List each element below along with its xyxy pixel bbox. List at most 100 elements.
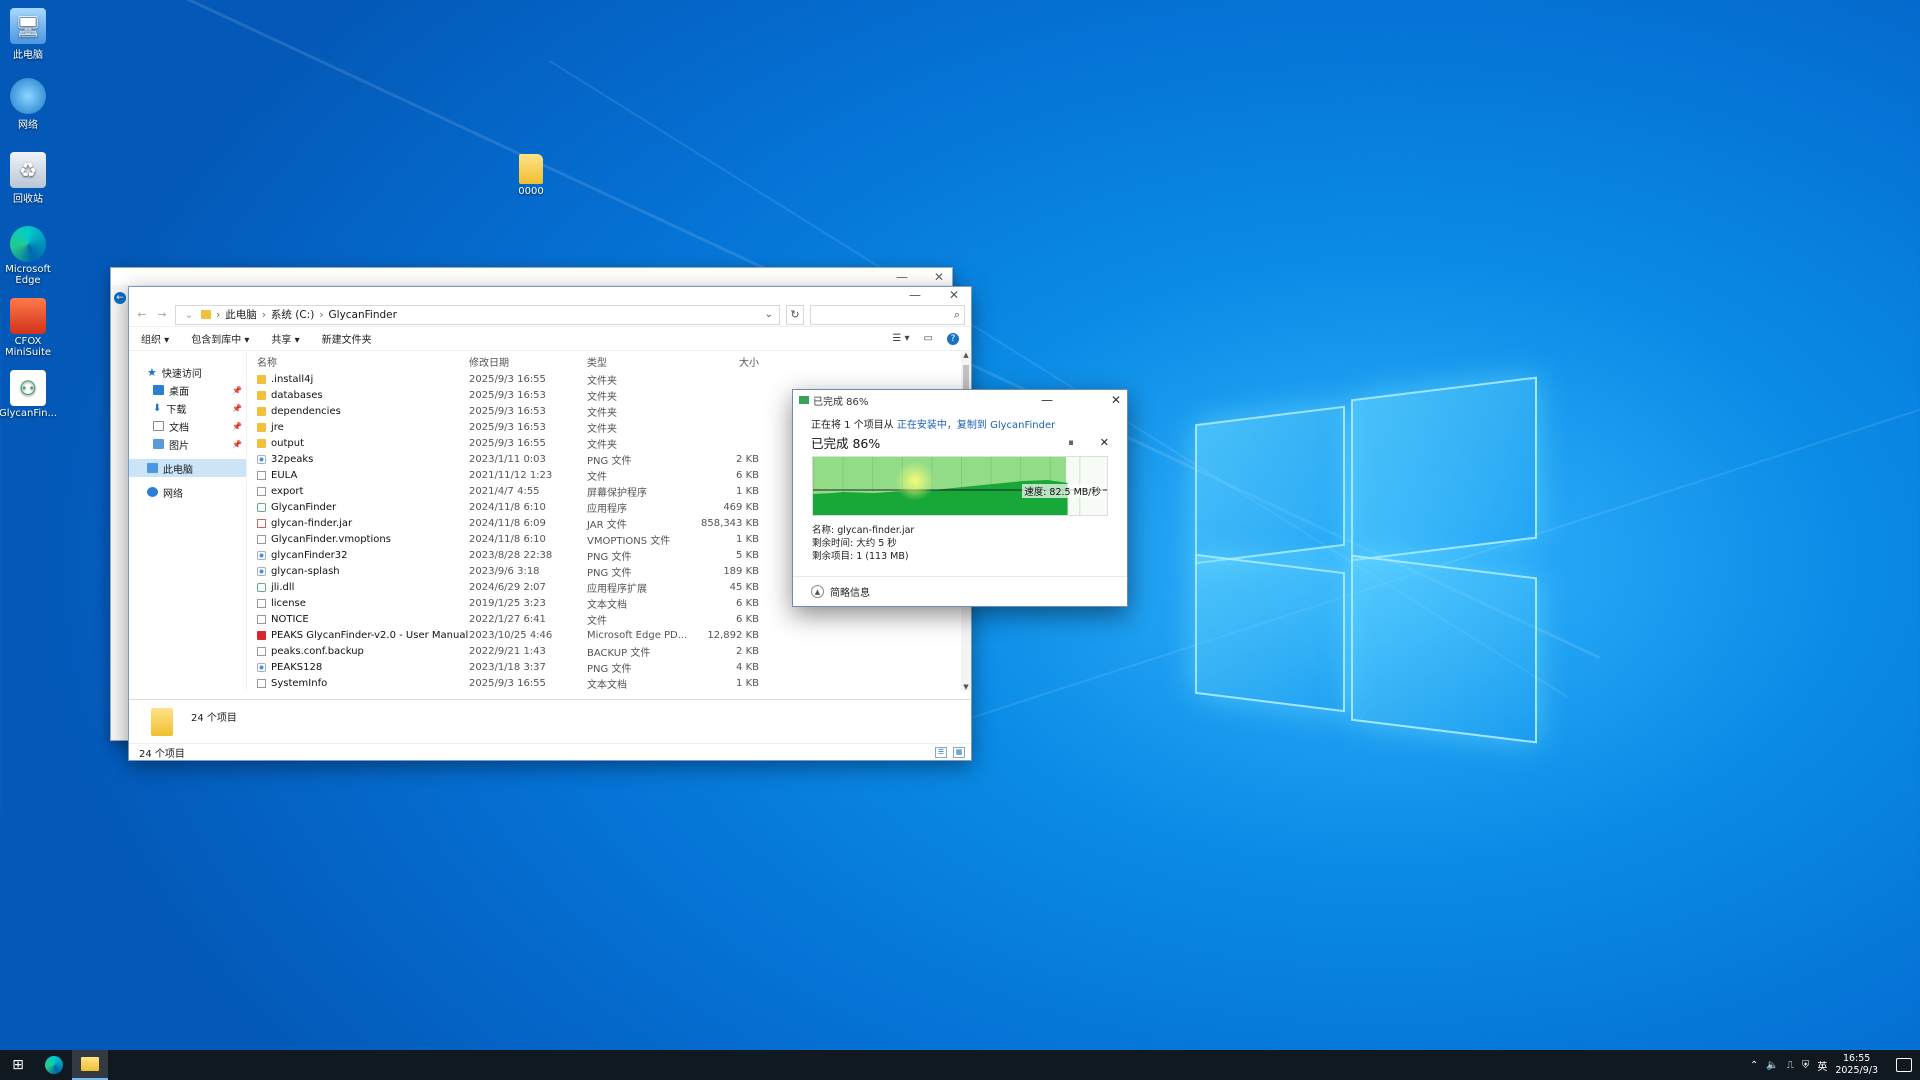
search-input[interactable]: ⌕ [810,304,965,325]
taskbar-edge[interactable] [36,1050,72,1080]
nav-documents[interactable]: 文档 📌 [129,417,246,435]
file-size: 6 KB [736,613,759,625]
less-details-toggle[interactable]: ▲ 简略信息 [793,576,1127,606]
include-in-library-button[interactable]: 包含到库中 ▾ [191,331,249,346]
pdf-file-icon [257,630,266,640]
nav-desktop[interactable]: 桌面 📌 [129,381,246,399]
folder-icon [201,310,211,319]
windows-logo-pane [1351,554,1537,744]
desktop-icon-glycanfinder[interactable]: ⚇ GlycanFin... [0,370,58,419]
close-icon[interactable]: ✕ [934,270,944,284]
help-icon[interactable]: ? [947,332,959,345]
large-icons-view-icon[interactable]: ▦ [953,746,965,758]
star-icon: ★ [147,365,157,379]
refresh-button[interactable]: ↻ [786,304,804,325]
file-date: 2023/8/28 22:38 [469,549,553,561]
file-type: 文本文档 [587,599,627,611]
file-row[interactable]: PEAKS128 2023/1/18 3:37 PNG 文件 4 KB [247,659,971,675]
windows-logo-pane [1351,376,1537,562]
file-name: .install4j [247,374,469,385]
glycanfinder-icon: ⚇ [10,370,46,406]
scroll-down-icon[interactable]: ▼ [961,683,971,691]
recycle-bin-icon: ♻ [10,152,46,188]
notification-icon[interactable] [1896,1058,1912,1072]
nav-quick-access[interactable]: ★ 快速访问 [129,363,246,381]
desktop-icon-this-pc[interactable]: 🖥 此电脑 [0,8,58,61]
start-button[interactable]: ⊞ [0,1050,36,1080]
file-type: PNG 文件 [587,455,632,467]
back-arrow-icon[interactable]: ← [114,292,126,304]
copy-progress-dialog[interactable]: 已完成 86% — ✕ 正在将 1 个项目从 正在安装中，复制到 GlycanF… [792,389,1128,607]
share-button[interactable]: 共享 ▾ [271,331,299,346]
desktop-icon-recycle-bin[interactable]: ♻ 回收站 [0,152,58,205]
forward-icon[interactable]: → [155,308,169,321]
file-name: export [247,486,469,497]
pause-icon[interactable]: ⏸ [1068,436,1074,450]
desktop-icon-cfox[interactable]: CFOX MiniSuite [0,298,58,358]
nav-network[interactable]: 网络 [129,483,246,501]
volume-icon[interactable]: 🔈 [1766,1060,1778,1071]
file-type: 文本文档 [587,679,627,691]
taskbar-file-explorer[interactable] [72,1050,108,1080]
desktop-icon-network[interactable]: 网络 [0,78,58,131]
breadcrumb-item[interactable]: 此电脑 [225,307,257,322]
address-bar[interactable]: ⌄ › 此电脑 › 系统 (C:) › GlycanFinder ⌄ [175,304,780,325]
up-icon[interactable]: ⌄ [182,308,196,321]
input-language[interactable]: 英 [1817,1058,1827,1073]
file-name: license [247,598,469,609]
nav-downloads[interactable]: ⬇ 下载 📌 [129,399,246,417]
clock[interactable]: 16:55 2025/9/3 [1835,1053,1878,1077]
file-row[interactable]: PEAKS GlycanFinder-v2.0 - User Manual 202… [247,627,971,643]
file-row[interactable]: peaks.conf.backup 2022/9/21 1:43 BACKUP 文件… [247,643,971,659]
file-size: 6 KB [736,469,759,481]
preview-pane-icon[interactable]: ▭ [924,333,933,344]
breadcrumb-item[interactable]: 系统 (C:) [271,307,314,322]
file-name: jli.dll [247,582,469,593]
file-date: 2023/9/6 3:18 [469,565,540,577]
details-view-icon[interactable]: ☰ [935,746,947,758]
file-type: PNG 文件 [587,567,632,579]
minimize-icon[interactable]: — [909,288,921,302]
copy-icon [799,396,809,404]
items-remaining-label: 剩余项目: 1 (113 MB) [812,551,909,562]
source-link[interactable]: 正在安装中，复制到 [897,420,987,431]
network-icon[interactable]: ⎍ [1787,1060,1794,1071]
desktop-folder-0000[interactable]: 0000 [501,154,561,197]
file-icon [257,646,266,656]
minimize-icon[interactable]: — [1041,393,1053,407]
command-bar: 组织 ▾ 包含到库中 ▾ 共享 ▾ 新建文件夹 ☰ ▾ ▭ ? [129,327,971,351]
file-row[interactable]: .install4j 2025/9/3 16:55 文件夹 [247,371,971,387]
stop-icon[interactable]: ✕ [1100,436,1109,450]
close-icon[interactable]: ✕ [949,288,959,302]
new-folder-button[interactable]: 新建文件夹 [322,331,372,346]
file-row[interactable]: SystemInfo 2025/9/3 16:55 文本文档 1 KB [247,675,971,691]
file-date: 2025/9/3 16:55 [469,373,546,385]
file-size: 5 KB [736,549,759,561]
nav-pictures[interactable]: 图片 📌 [129,435,246,453]
column-header-size[interactable]: 大小 [689,354,759,369]
organize-button[interactable]: 组织 ▾ [141,331,169,346]
png-file-icon [257,550,266,560]
time-remaining-label: 剩余时间: 大约 5 秒 [812,538,897,549]
app-file-icon [257,502,266,512]
column-header-name[interactable]: 名称 [247,354,469,369]
chevron-up-icon[interactable]: ⌃ [1750,1060,1758,1071]
file-type: 文件夹 [587,407,617,419]
destination-link[interactable]: GlycanFinder [987,420,1055,431]
breadcrumb-item[interactable]: GlycanFinder [329,309,397,321]
column-header-date[interactable]: 修改日期 [469,354,587,369]
column-header-type[interactable]: 类型 [587,354,689,369]
minimize-icon[interactable]: — [896,270,908,284]
view-options-icon[interactable]: ☰ ▾ [892,333,909,344]
back-icon[interactable]: ← [135,308,149,321]
close-icon[interactable]: ✕ [1111,393,1121,407]
desktop-icon-edge[interactable]: Microsoft Edge [0,226,58,286]
security-icon[interactable]: ⛨ [1802,1060,1810,1071]
file-type: 文件夹 [587,439,617,451]
chevron-down-icon[interactable]: ⌄ [765,309,773,320]
scroll-up-icon[interactable]: ▲ [961,351,971,359]
file-row[interactable]: NOTICE 2022/1/27 6:41 文件 6 KB [247,611,971,627]
file-date: 2024/11/8 6:10 [469,501,546,513]
nav-this-pc[interactable]: 此电脑 [129,459,246,477]
edge-icon [45,1056,63,1074]
